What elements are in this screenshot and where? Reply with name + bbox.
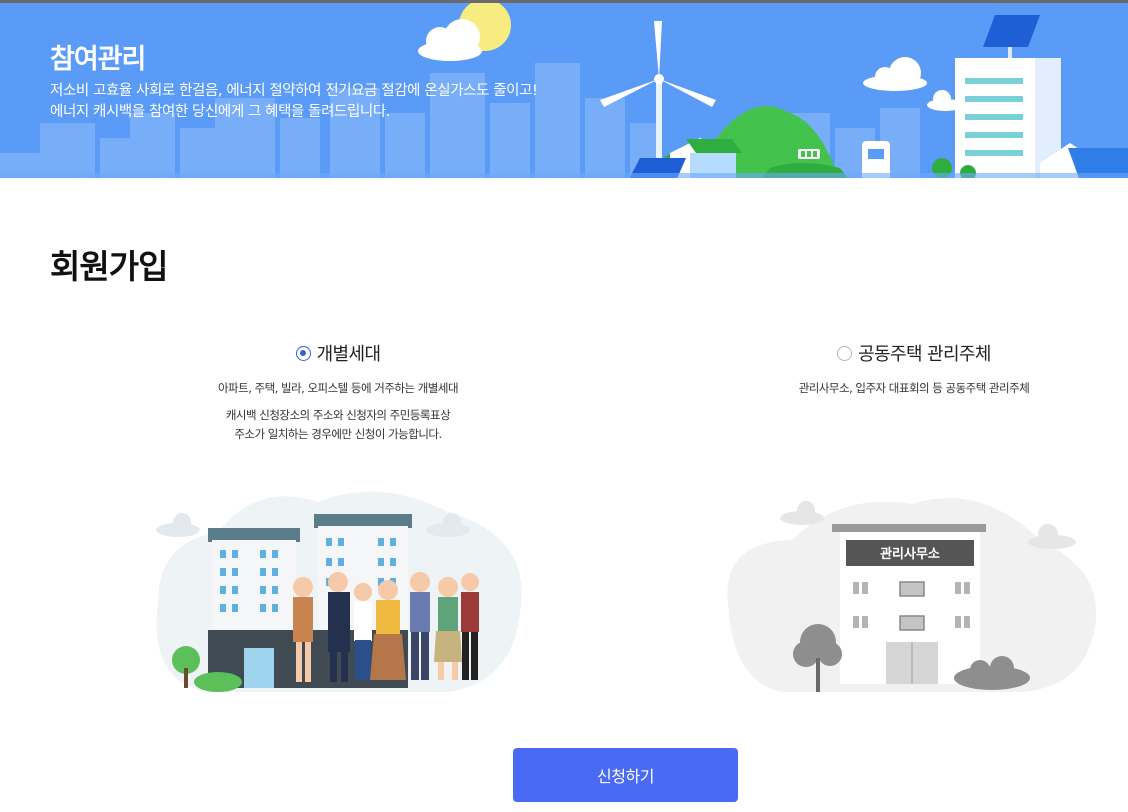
radio-apartment-management[interactable] bbox=[837, 345, 853, 361]
option-individual-household: 개별세대 아파트, 주택, 빌라, 오피스텔 등에 거주하는 개별세대 캐시백 … bbox=[118, 340, 558, 444]
option-management-description: 관리사무소, 입주자 대표회의 등 공동주택 관리주체 bbox=[798, 381, 1030, 395]
option-individual-radio-label[interactable]: 개별세대 bbox=[118, 340, 558, 366]
top-banner: 참여관리 저소비 고효율 사회로 한걸음, 에너지 절약하여 전기요금 절감에 … bbox=[0, 0, 1128, 178]
option-individual-label: 개별세대 bbox=[316, 344, 381, 365]
banner-title: 참여관리 bbox=[50, 44, 146, 75]
option-individual-description: 아파트, 주택, 빌라, 오피스텔 등에 거주하는 개별세대 bbox=[217, 381, 459, 395]
option-apartment-management: 공동주택 관리주체 관리사무소, 입주자 대표회의 등 공동주택 관리주체 bbox=[694, 340, 1128, 396]
office-sign-text: 관리사무소 bbox=[880, 546, 940, 562]
submit-button[interactable]: 신청하기 bbox=[513, 748, 738, 802]
option-management-radio-label[interactable]: 공동주택 관리주체 bbox=[694, 340, 1128, 366]
banner-description: 저소비 고효율 사회로 한걸음, 에너지 절약하여 전기요금 절감에 온실가스도… bbox=[50, 81, 538, 123]
management-office-illustration: 관리사무소 bbox=[727, 498, 1097, 692]
residents-illustration bbox=[156, 491, 522, 692]
banner-desc-line-2: 에너지 캐시백을 참여한 당신에게 그 혜택을 돌려드립니다. bbox=[50, 104, 391, 120]
banner-desc-line-1: 저소비 고효율 사회로 한걸음, 에너지 절약하여 전기요금 절감에 온실가스도… bbox=[50, 83, 538, 99]
option-management-label: 공동주택 관리주체 bbox=[858, 344, 991, 365]
option-individual-note: 캐시백 신청장소의 주소와 신청자의 주민등록표상 주소가 일치하는 경우에만 … bbox=[118, 406, 558, 444]
page-title: 회원가입 bbox=[50, 247, 168, 286]
option-individual-note-line-1: 캐시백 신청장소의 주소와 신청자의 주민등록표상 bbox=[225, 408, 451, 422]
radio-individual-household[interactable] bbox=[295, 345, 311, 361]
option-individual-note-line-2: 주소가 일치하는 경우에만 신청이 가능합니다. bbox=[234, 427, 442, 441]
